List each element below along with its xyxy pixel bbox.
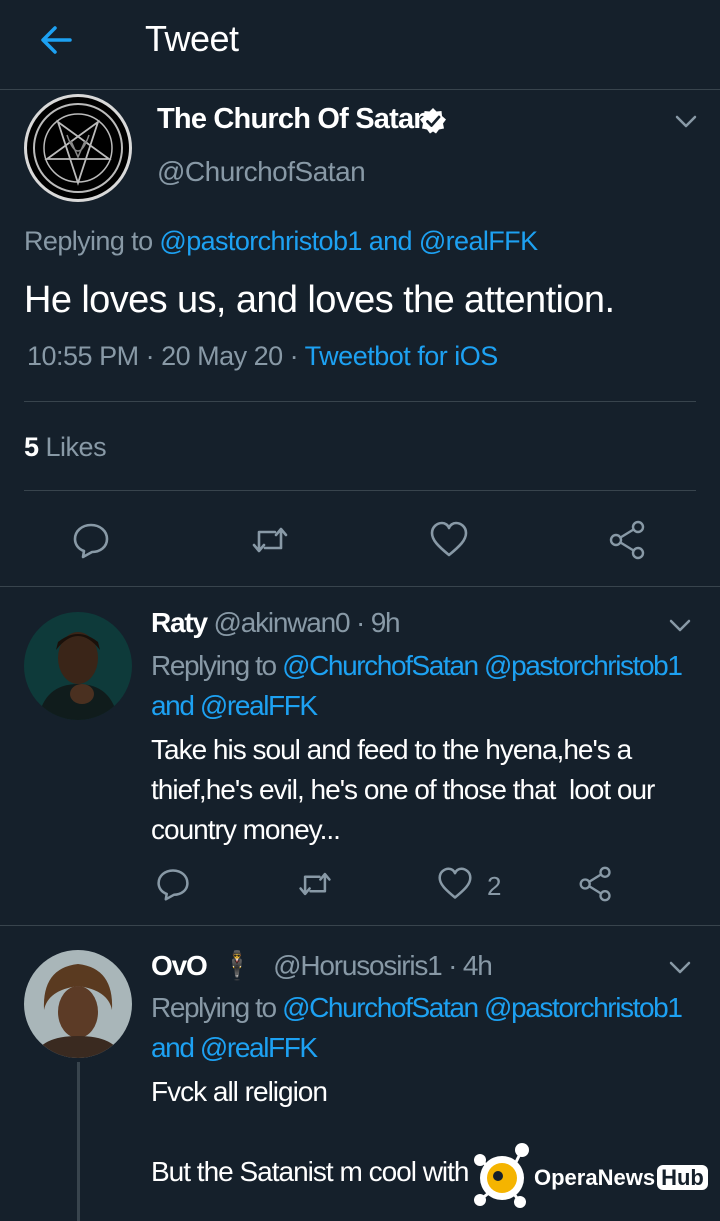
avatar[interactable] (24, 612, 132, 720)
replying-to: Replying to @pastorchristob1 and @realFF… (24, 226, 538, 257)
top-bar: Tweet (0, 0, 720, 90)
page-title: Tweet (145, 18, 239, 59)
profile-photo (24, 612, 132, 720)
author-name[interactable]: OvO (151, 950, 208, 981)
mention-link[interactable]: @realFFK (200, 690, 318, 721)
mention-link[interactable]: @realFFK (200, 1032, 318, 1063)
author-name[interactable]: The Church Of Satan (157, 103, 431, 136)
chevron-down-icon[interactable] (667, 612, 693, 638)
retweet-icon[interactable] (250, 520, 290, 560)
tweet-client-link[interactable]: Tweetbot for iOS (305, 341, 499, 371)
divider (24, 490, 696, 491)
replying-to: Replying to @ChurchofSatan @pastorchrist… (151, 646, 683, 686)
divider (0, 925, 720, 926)
reply-icon[interactable] (71, 520, 111, 560)
reply-header: OvO 🕴 @Horusosiris1 · 4h (151, 949, 493, 982)
share-icon[interactable] (578, 866, 614, 902)
reply-header: Raty @akinwan0 · 9h (151, 607, 401, 639)
profile-photo (24, 950, 132, 1058)
avatar[interactable] (24, 950, 132, 1058)
tweet-date: 20 May 20 (161, 341, 283, 371)
likes-label: Likes (38, 432, 107, 462)
divider (24, 401, 696, 402)
watermark-brand: OperaNews (534, 1165, 656, 1190)
watermark: OperaNews Hub (534, 1165, 708, 1191)
like-count: 2 (487, 871, 502, 901)
mention-link[interactable]: @ChurchofSatan (282, 650, 479, 681)
replying-and: and (361, 226, 419, 256)
meta-separator: · (282, 341, 305, 371)
reply-text: Take his soul and feed to the hyena,he's… (151, 734, 655, 845)
thread-connector (77, 1062, 80, 1221)
likes-count: 5 (24, 432, 39, 462)
meta-separator: · (138, 341, 162, 371)
author-handle[interactable]: @akinwan0 (207, 607, 350, 638)
mention-link[interactable]: @pastorchristob1 (159, 226, 362, 256)
heart-icon[interactable] (429, 520, 469, 560)
replying-and: and (151, 1032, 200, 1063)
heart-icon[interactable] (437, 866, 473, 902)
replying-label: Replying to (151, 992, 283, 1023)
author-name[interactable]: Raty (151, 607, 208, 638)
avatar[interactable] (24, 94, 132, 202)
reply-age: · 9h (349, 607, 401, 638)
reply-icon[interactable] (155, 866, 191, 902)
replying-to-cont: and @realFFK (151, 1028, 318, 1068)
mention-link[interactable]: @pastorchristob1 (478, 992, 683, 1023)
tweet-time: 10:55 PM (27, 341, 139, 371)
mention-link[interactable]: @realFFK (419, 226, 538, 256)
replying-label: Replying to (24, 226, 160, 256)
chevron-down-icon[interactable] (667, 954, 693, 980)
likes-stat[interactable]: 5 Likes (24, 432, 107, 463)
emoji: 🕴 (219, 950, 255, 981)
tweet-meta: 10:55 PM · 20 May 20 · Tweetbot for iOS (27, 341, 498, 372)
divider (0, 586, 720, 587)
reply-age: · 4h (441, 950, 493, 981)
retweet-icon[interactable] (297, 866, 333, 902)
mention-link[interactable]: @pastorchristob1 (478, 650, 683, 681)
author-handle[interactable]: @ChurchofSatan (157, 156, 366, 188)
verified-badge-icon (420, 108, 446, 134)
mention-link[interactable]: @ChurchofSatan (282, 992, 479, 1023)
author-handle[interactable]: @Horusosiris1 (267, 950, 443, 981)
share-icon[interactable] (608, 520, 648, 560)
watermark-hub: Hub (657, 1165, 708, 1190)
replying-to-cont: and @realFFK (151, 686, 318, 726)
replying-to: Replying to @ChurchofSatan @pastorchrist… (151, 988, 683, 1028)
chevron-down-icon[interactable] (673, 108, 699, 134)
replying-label: Replying to (151, 650, 283, 681)
tweet-text: He loves us, and loves the attention. (24, 279, 615, 321)
replying-and: and (151, 690, 200, 721)
back-arrow-icon[interactable] (36, 20, 76, 60)
operanews-logo-icon (474, 1143, 529, 1208)
sigil-of-baphomet-icon (33, 103, 123, 193)
